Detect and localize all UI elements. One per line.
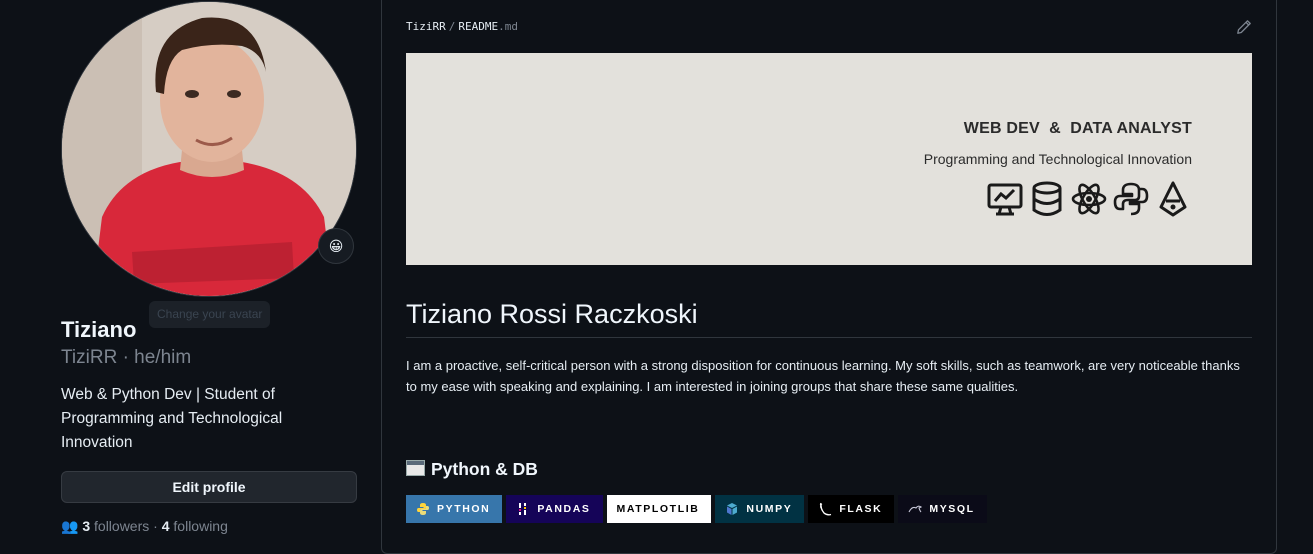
badge-label: PYTHON (437, 503, 491, 515)
avatar-photo (62, 2, 356, 296)
badge-label: MYSQL (929, 503, 975, 515)
banner-title: WEB DEV & DATA ANALYST (963, 120, 1192, 137)
readme-breadcrumb: TiziRR / README.md (406, 20, 518, 34)
breadcrumb-owner[interactable]: TiziRR (406, 20, 446, 33)
section-heading-python-db: Python & DB (406, 457, 538, 481)
following-label: following (173, 518, 228, 534)
python-logo-icon (417, 503, 429, 515)
heading-divider (406, 337, 1252, 338)
mysql-logo-icon (908, 505, 923, 513)
set-status-button[interactable]: 😀 (318, 228, 354, 264)
banner-subtitle: Programming and Technological Innovation (923, 151, 1192, 167)
breadcrumb-file-ext: .md (498, 20, 518, 33)
followers-label: followers (94, 518, 150, 534)
profile-avatar[interactable] (61, 1, 357, 297)
badge-pandas[interactable]: PANDAS (506, 495, 603, 523)
numpy-logo-icon (727, 503, 738, 515)
badge-matplotlib[interactable]: MATPLOTLIB (606, 495, 712, 523)
badge-label: NUMPY (746, 503, 793, 515)
follow-stats: 👥 3 followers · 4 following (61, 518, 228, 534)
people-icon: 👥 (61, 518, 83, 534)
badge-mysql[interactable]: MYSQL (898, 495, 987, 523)
react-atom-icon (1071, 181, 1107, 217)
status-emoji-icon: 😀 (328, 238, 344, 254)
readme-heading: Tiziano Rossi Raczkoski (406, 299, 698, 329)
monitor-chart-icon (987, 181, 1023, 217)
badge-label: FLASK (839, 503, 883, 515)
calendar-icon (406, 460, 425, 476)
badge-flask[interactable]: FLASK (808, 495, 895, 523)
pandas-logo-icon (519, 503, 527, 515)
tech-badges: PYTHON PANDAS MATPLOTLIB NUMPY FLASK MYS… (406, 495, 987, 523)
pen-nib-icon (1155, 181, 1191, 217)
badge-python[interactable]: PYTHON (406, 495, 503, 523)
readme-banner: WEB DEV & DATA ANALYST Programming and T… (406, 53, 1252, 265)
python-icon (1113, 181, 1149, 217)
profile-bio: Web & Python Dev | Student of Programmin… (61, 386, 283, 451)
following-count: 4 (161, 518, 170, 534)
badge-label: PANDAS (537, 503, 591, 515)
profile-login-pronouns: TiziRR · he/him (61, 347, 192, 368)
flask-logo-icon (820, 502, 832, 516)
edit-profile-button[interactable]: Edit profile (61, 471, 357, 503)
badge-numpy[interactable]: NUMPY (715, 495, 805, 523)
banner-icon-row (987, 181, 1191, 217)
followers-link[interactable]: 3 followers (82, 518, 149, 534)
profile-name: Tiziano (61, 317, 137, 342)
profile-sidebar: 😀 Change your avatar Tiziano TiziRR · he… (0, 0, 382, 534)
pencil-icon[interactable] (1236, 19, 1252, 35)
following-link[interactable]: 4 following (162, 518, 228, 534)
badge-label: MATPLOTLIB (616, 503, 700, 515)
readme-paragraph: I am a proactive, self-critical person w… (406, 358, 1240, 394)
avatar-tooltip: Change your avatar (149, 301, 271, 328)
database-icon (1029, 181, 1065, 217)
breadcrumb-separator: / (448, 20, 456, 33)
breadcrumb-file[interactable]: README (458, 20, 498, 33)
followers-count: 3 (82, 518, 91, 534)
section-title: Python & DB (431, 459, 538, 479)
